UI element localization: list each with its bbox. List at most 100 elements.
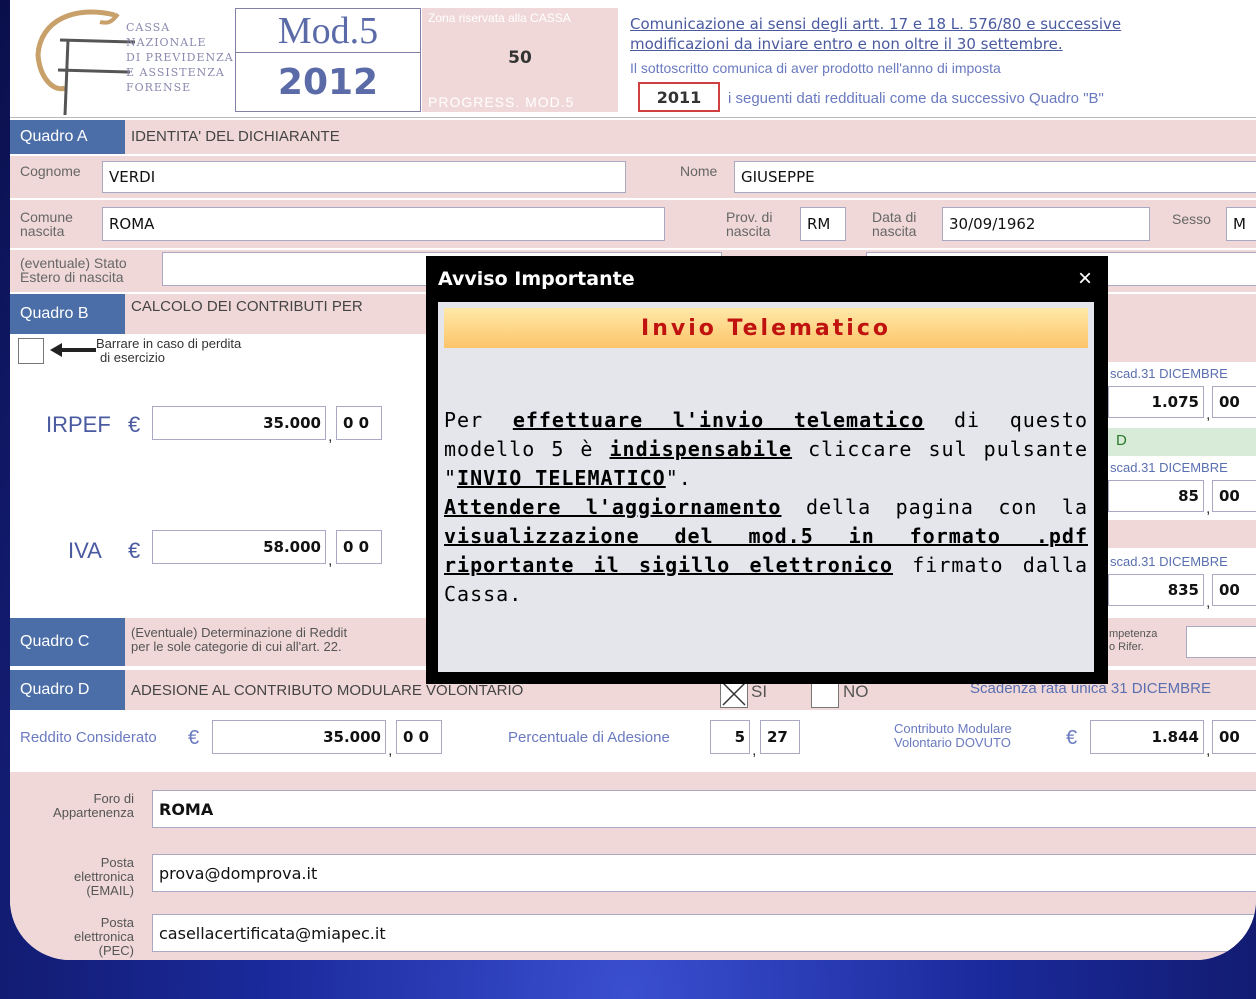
comune-label-2: nascita [20, 223, 65, 239]
quadro-b-tag: Quadro B [10, 294, 125, 334]
data-label-1: Data di [872, 209, 917, 225]
close-icon[interactable]: × [1078, 265, 1092, 293]
mod-title: Mod.5 [236, 9, 420, 53]
stato-estero-label: (eventuale) Stato Estero di nascita [20, 256, 127, 284]
quadro-b-title: CALCOLO DEI CONTRIBUTI PER [131, 298, 363, 315]
iva-label: IVA [68, 538, 102, 563]
scad3-decimal-field[interactable]: 00 [1212, 574, 1256, 606]
email-field[interactable]: prova@domprova.it [152, 854, 1256, 892]
logo-line1: CASSA [126, 21, 171, 34]
foro-label-1: Foro di [93, 791, 134, 806]
msg-part-1: Per [444, 408, 513, 432]
sesso-field[interactable]: M [1226, 207, 1256, 241]
seguenti-text: i seguenti dati reddituali come da succe… [728, 90, 1104, 107]
nome-field[interactable]: GIUSEPPE [734, 161, 1256, 193]
data-nascita-label: Data di nascita [872, 210, 916, 238]
quadro-b-right-band-2 [1108, 520, 1256, 548]
iva-field[interactable]: 58.000 [152, 530, 326, 564]
email-label-2: elettronica [74, 869, 134, 884]
foro-field[interactable]: ROMA [152, 790, 1256, 828]
data-nascita-field[interactable]: 30/09/1962 [942, 207, 1150, 241]
cassa-logo: CASSA NAZIONALE DI PREVIDENZA E ASSISTEN… [10, 0, 235, 118]
contributo-label-2: Volontario DOVUTO [894, 735, 1011, 750]
perdita-checkbox[interactable] [18, 338, 44, 364]
quadro-a-band: IDENTITA' DEL DICHIARANTE [125, 120, 1256, 154]
dialog-banner: Invio Telematico [444, 308, 1088, 348]
no-checkbox[interactable] [811, 680, 839, 708]
quadro-a-title: IDENTITA' DEL DICHIARANTE [131, 128, 340, 145]
perdita-label-2: di esercizio [100, 350, 166, 365]
quadro-c-tag: Quadro C [10, 618, 125, 666]
foro-label: Foro di Appartenenza [30, 792, 134, 820]
reddito-decimal-field[interactable]: 0 0 [396, 720, 442, 754]
contributo-comma: , [1206, 742, 1211, 759]
prov-label-2: nascita [726, 223, 771, 239]
logo-line5: FORENSE [126, 81, 192, 94]
pec-label-3: (PEC) [98, 943, 134, 958]
percentuale-int-field[interactable]: 5 [710, 720, 750, 754]
irpef-field[interactable]: 35.000 [152, 406, 326, 440]
perdita-label-1: Barrare in caso di perdita [96, 336, 242, 351]
stato-label-1: (eventuale) Stato [20, 255, 127, 271]
zona-label: Zona riservata alla CASSA [428, 11, 571, 25]
pec-field[interactable]: casellacertificata@miapec.it [152, 914, 1256, 952]
no-label: NO [843, 682, 869, 701]
msg-underline-2: indispensabile [609, 437, 793, 461]
iva-decimal-field[interactable]: 0 0 [336, 530, 382, 564]
dialog-message: Per effettuare l'invio telematico di que… [444, 406, 1088, 609]
competenza-label: mpetenza o Rifer. [1109, 628, 1157, 654]
msg-part-4: ". [665, 466, 692, 490]
scad1-value-field[interactable]: 1.075 [1108, 386, 1204, 418]
iva-currency: € [128, 538, 141, 563]
comune-field[interactable]: ROMA [102, 207, 665, 241]
cognome-field[interactable]: VERDI [102, 161, 626, 193]
scad3-comma: , [1206, 594, 1211, 611]
scad1-decimal-field[interactable]: 00 [1212, 386, 1256, 418]
percentuale-dec-field[interactable]: 27 [760, 720, 800, 754]
prov-field[interactable]: RM [800, 207, 846, 241]
dialog-body: Invio Telematico Per effettuare l'invio … [438, 302, 1094, 672]
comunicazione-text: Comunicazione ai sensi degli artt. 17 e … [630, 14, 1250, 54]
d-letter: D [1116, 432, 1127, 449]
logo-line2: NAZIONALE [126, 36, 207, 49]
foro-label-2: Appartenenza [53, 805, 134, 820]
iva-comma: , [328, 552, 333, 569]
zona-riservata: Zona riservata alla CASSA 50 PROGRESS. M… [422, 8, 618, 112]
si-label: SI [751, 682, 768, 701]
logo-line4: E ASSISTENZA [126, 66, 225, 79]
pec-label-2: elettronica [74, 929, 134, 944]
x-mark-icon [722, 682, 746, 706]
quadro-d-title: ADESIONE AL CONTRIBUTO MODULARE VOLONTAR… [131, 682, 524, 699]
mod-year: 2012 [277, 62, 379, 103]
prov-label-1: Prov. di [726, 209, 773, 225]
reddito-comma: , [388, 742, 393, 759]
si-checkbox[interactable] [720, 680, 748, 708]
reddito-label: Reddito Considerato [20, 729, 157, 746]
quadro-d-tag: Quadro D [10, 670, 125, 710]
quadro-a-tag: Quadro A [10, 120, 125, 154]
scad2-value-field[interactable]: 85 [1108, 480, 1204, 512]
msg-part-5: della pagina con la [781, 495, 1089, 519]
sottoscritto-text: Il sottoscritto comunica di aver prodott… [630, 60, 1001, 76]
irpef-decimal-field[interactable]: 0 0 [336, 406, 382, 440]
zona-value: 50 [508, 48, 532, 68]
sesso-label: Sesso [1172, 211, 1211, 227]
contributo-decimal-field[interactable]: 00 [1212, 720, 1256, 754]
progress-label: PROGRESS. MOD.5 [428, 94, 575, 110]
competenza-label-2: o Rifer. [1109, 641, 1144, 653]
email-label: Posta elettronica (EMAIL) [30, 856, 134, 898]
msg-underline-1: effettuare l'invio telematico [512, 408, 925, 432]
irpef-comma: , [328, 428, 333, 445]
logo-line3: DI PREVIDENZA [126, 51, 234, 64]
reddito-field[interactable]: 35.000 [212, 720, 386, 754]
quadro-c-line2: per le sole categorie di cui all'art. 22… [131, 639, 342, 654]
contributo-field[interactable]: 1.844 [1090, 720, 1204, 754]
scad2-decimal-field[interactable]: 00 [1212, 480, 1256, 512]
scad3-value-field[interactable]: 835 [1108, 574, 1204, 606]
msg-underline-4: Attendere l'aggiornamento [444, 495, 782, 519]
contributo-label: Contributo Modulare Volontario DOVUTO [894, 722, 1012, 750]
competenza-field[interactable] [1186, 626, 1256, 658]
anno-imposta-field[interactable]: 2011 [638, 82, 720, 112]
form-header: CASSA NAZIONALE DI PREVIDENZA E ASSISTEN… [10, 0, 1256, 118]
arrow-left-icon [50, 343, 96, 357]
